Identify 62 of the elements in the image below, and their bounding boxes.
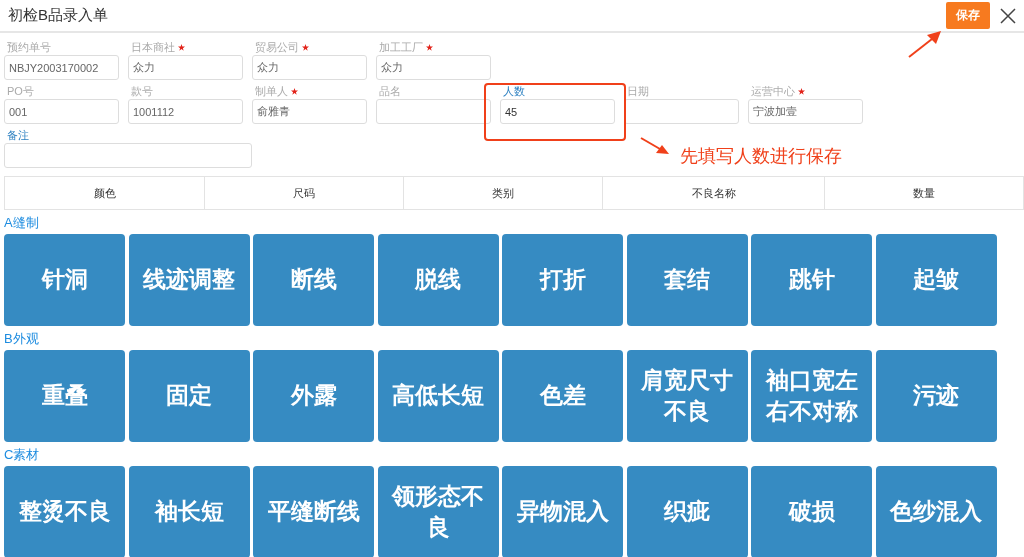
defect-button[interactable]: 异物混入 (502, 466, 623, 557)
input-field[interactable] (4, 143, 252, 168)
defect-button[interactable]: 线迹调整 (128, 234, 250, 326)
defect-button[interactable]: 重叠 (4, 350, 125, 442)
input-field[interactable]: 1001112 (128, 99, 243, 124)
field-label: 日本商社 (128, 39, 243, 55)
window-title: 初检B品录入单 (8, 6, 108, 25)
field-label: 日期 (626, 83, 650, 99)
defect-button[interactable]: 破损 (751, 466, 872, 557)
defect-button[interactable]: 外露 (253, 350, 374, 442)
defect-button[interactable]: 平缝断线 (253, 466, 374, 557)
input-field[interactable] (624, 99, 739, 124)
field-label: 加工工厂 (376, 39, 491, 55)
input-field[interactable]: 001 (4, 99, 119, 124)
column-header: 尺码 (204, 177, 403, 209)
field-label: 贸易公司 (252, 39, 367, 55)
defect-button[interactable]: 色差 (502, 350, 623, 442)
section-title: A缝制 (3, 214, 40, 232)
defect-button[interactable]: 整烫不良 (4, 466, 125, 557)
field-label: 备注 (6, 127, 30, 143)
section-title: C素材 (3, 446, 41, 464)
input-field[interactable]: 众力 (128, 55, 243, 80)
input-field[interactable]: 45 (500, 99, 615, 124)
input-field[interactable]: NBJY2003170002 (4, 55, 119, 80)
defect-button[interactable]: 针洞 (4, 234, 125, 326)
defect-button[interactable]: 肩宽尺寸不良 (626, 350, 748, 442)
column-header: 类别 (403, 177, 602, 209)
field-label: PO号 (6, 83, 35, 99)
annotation-text: 先填写人数进行保存 (680, 145, 842, 168)
defect-button[interactable]: 套结 (626, 234, 748, 326)
defect-button[interactable]: 打折 (502, 234, 623, 326)
field-label: 款号 (130, 83, 154, 99)
arrow (640, 136, 670, 156)
column-header: 数量 (824, 177, 1023, 209)
field-label: 预约单号 (6, 39, 52, 55)
arrow (908, 30, 942, 58)
input-field[interactable]: 众力 (376, 55, 491, 80)
field-label: 制单人 (252, 83, 367, 99)
save-button[interactable]: 保存 (946, 2, 990, 29)
defect-button[interactable]: 袖长短 (128, 466, 250, 557)
field-label: 人数 (502, 83, 526, 99)
defect-button[interactable]: 色纱混入 (875, 466, 997, 557)
section-title: B外观 (3, 330, 40, 348)
defect-button[interactable]: 固定 (128, 350, 250, 442)
defect-button[interactable]: 袖口宽左右不对称 (751, 350, 872, 442)
input-field[interactable]: 众力 (252, 55, 367, 80)
input-field[interactable]: 宁波加壹 (748, 99, 863, 124)
input-field[interactable] (376, 99, 491, 124)
field-label: 运营中心 (748, 83, 863, 99)
defect-button[interactable]: 断线 (253, 234, 374, 326)
close-icon[interactable] (1000, 7, 1016, 24)
column-header: 颜色 (92, 185, 117, 201)
defect-button[interactable]: 高低长短 (377, 350, 499, 442)
field-label: 品名 (378, 83, 402, 99)
defect-button[interactable]: 脱线 (377, 234, 499, 326)
defect-button[interactable]: 污迹 (875, 350, 997, 442)
column-header: 不良名称 (602, 177, 824, 209)
defect-button[interactable]: 起皱 (875, 234, 997, 326)
defect-button[interactable]: 跳针 (751, 234, 872, 326)
defect-button[interactable]: 织疵 (626, 466, 748, 557)
input-field[interactable]: 俞雅青 (252, 99, 367, 124)
defect-button[interactable]: 领形态不良 (377, 466, 499, 557)
